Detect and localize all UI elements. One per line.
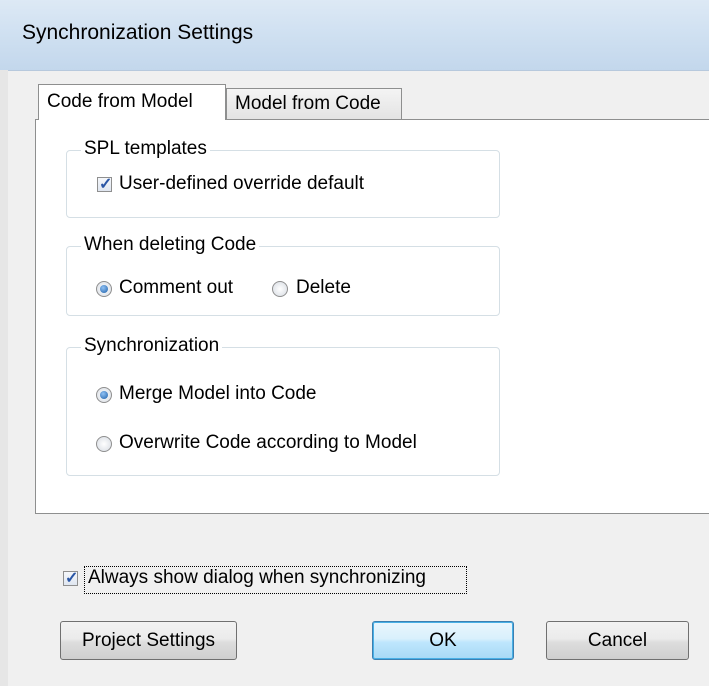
- overwrite-code-radio[interactable]: [96, 436, 112, 452]
- comment-out-radio[interactable]: [96, 281, 112, 297]
- tab-panel: SPL templates ✓ User-defined override de…: [35, 119, 709, 514]
- ok-button[interactable]: OK: [372, 621, 514, 660]
- overwrite-code-label[interactable]: Overwrite Code according to Model: [119, 432, 417, 454]
- window-title: Synchronization Settings: [22, 21, 254, 44]
- cancel-button[interactable]: Cancel: [546, 621, 689, 660]
- tab-code-from-model[interactable]: Code from Model: [38, 84, 226, 120]
- project-settings-button[interactable]: Project Settings: [60, 621, 237, 660]
- always-show-checkbox[interactable]: ✓: [63, 570, 79, 587]
- when-deleting-label: When deleting Code: [81, 234, 260, 256]
- merge-model-radio[interactable]: [96, 387, 112, 403]
- title-bar: Synchronization Settings: [0, 0, 709, 71]
- synchronization-group: Synchronization Merge Model into Code Ov…: [66, 335, 500, 476]
- checkmark-icon: ✓: [65, 570, 79, 587]
- user-defined-override-checkbox[interactable]: ✓: [97, 176, 113, 193]
- always-show-label[interactable]: Always show dialog when synchronizing: [88, 567, 426, 589]
- checkmark-icon: ✓: [99, 176, 113, 193]
- synchronization-label: Synchronization: [81, 335, 223, 357]
- delete-label[interactable]: Delete: [296, 277, 351, 299]
- spl-templates-label: SPL templates: [81, 138, 210, 160]
- comment-out-label[interactable]: Comment out: [119, 277, 233, 299]
- delete-radio[interactable]: [272, 281, 288, 297]
- when-deleting-group: When deleting Code Comment out Delete: [66, 234, 500, 316]
- tab-model-from-code[interactable]: Model from Code: [226, 88, 402, 120]
- spl-templates-group: SPL templates ✓ User-defined override de…: [66, 138, 500, 218]
- merge-model-label[interactable]: Merge Model into Code: [119, 383, 317, 405]
- user-defined-override-label[interactable]: User-defined override default: [119, 173, 364, 195]
- window-frame: [0, 70, 8, 686]
